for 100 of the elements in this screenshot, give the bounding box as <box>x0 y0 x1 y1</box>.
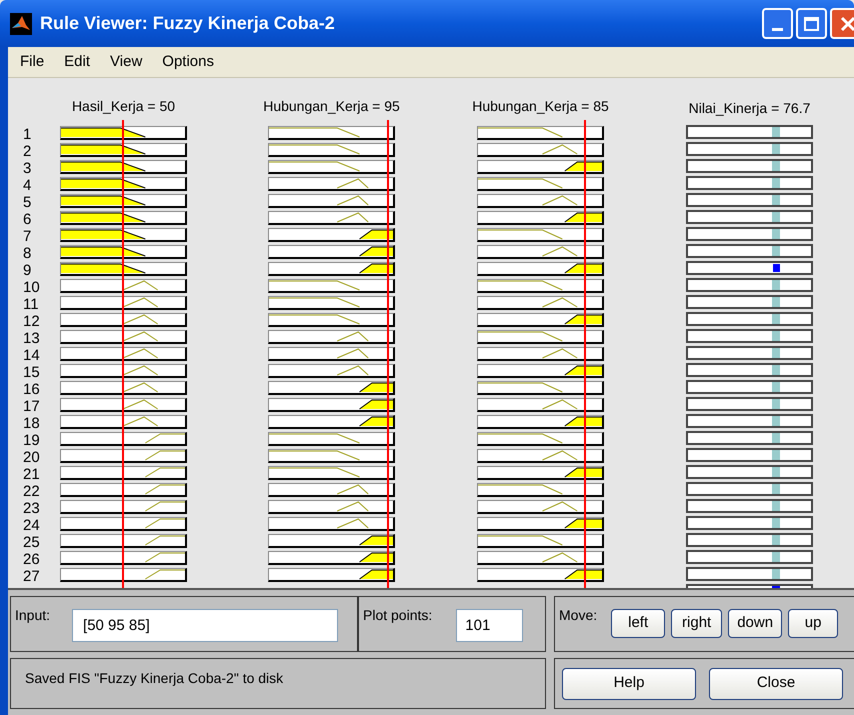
rule-number: 6 <box>22 211 32 228</box>
membership-curve <box>122 331 158 342</box>
membership-area <box>359 230 393 240</box>
input-label: Input: <box>15 606 50 625</box>
membership-curve <box>336 212 369 222</box>
membership-curve <box>144 536 185 546</box>
membership-curve <box>542 348 578 358</box>
plot-points-label: Plot points: <box>363 606 432 625</box>
output-marker <box>772 416 780 426</box>
membership-area <box>564 314 602 324</box>
output-marker <box>772 331 780 341</box>
plot-points-field[interactable]: 101 <box>456 609 524 642</box>
output-marker <box>772 348 780 358</box>
membership-curve <box>122 314 158 324</box>
rule-number: 11 <box>22 296 40 313</box>
move-button[interactable]: right <box>671 609 722 638</box>
membership-curve <box>144 570 185 580</box>
rule-number: 16 <box>22 381 41 398</box>
output-marker <box>772 365 780 375</box>
move-button[interactable]: up <box>788 609 838 638</box>
output-marker <box>772 314 780 324</box>
rule-number: 22 <box>22 483 41 500</box>
rule-number: 19 <box>22 432 41 449</box>
membership-area <box>564 212 602 222</box>
rule-number: 10 <box>22 279 41 296</box>
output-variable-label: Nilai_Kinerja = 76.7 <box>688 99 810 118</box>
membership-area <box>564 366 602 376</box>
membership-curve <box>122 399 158 410</box>
membership-curve <box>542 552 578 562</box>
membership-curve <box>144 518 185 528</box>
menu-item[interactable]: Options <box>152 50 224 74</box>
input-value-line[interactable] <box>584 120 586 588</box>
output-marker <box>772 535 780 545</box>
rule-number: 15 <box>22 364 41 381</box>
membership-curve <box>144 502 185 512</box>
help-button[interactable]: Help <box>562 668 696 700</box>
close-button[interactable]: Close <box>709 668 843 700</box>
membership-curve <box>542 144 578 154</box>
membership-curve <box>144 434 185 444</box>
membership-curve <box>336 365 369 376</box>
rule-number: 7 <box>22 228 32 245</box>
membership-area <box>564 518 602 528</box>
output-marker <box>772 433 780 443</box>
input-value-line[interactable] <box>387 120 390 588</box>
close-button[interactable] <box>830 8 854 39</box>
input-variable-label: Hubungan_Kerja = 95 <box>263 97 400 116</box>
minimize-icon <box>772 28 783 31</box>
membership-area <box>564 264 602 274</box>
app-logo-icon <box>10 12 32 34</box>
input-variable-label: Hasil_Kerja = 50 <box>72 97 176 116</box>
maximize-button[interactable] <box>796 8 827 39</box>
input-value-line[interactable] <box>122 120 124 588</box>
membership-area <box>359 400 393 410</box>
rule-number: 17 <box>22 398 41 415</box>
output-marker <box>772 501 780 511</box>
membership-curve <box>336 178 369 188</box>
membership-area <box>564 570 602 580</box>
output-marker <box>772 467 780 477</box>
membership-area <box>359 246 393 256</box>
output-marker <box>772 127 780 137</box>
output-marker <box>772 382 780 392</box>
rule-number: 25 <box>22 534 41 551</box>
rule-number: 14 <box>22 347 41 364</box>
move-label: Move: <box>559 606 598 625</box>
rule-number: 9 <box>22 262 32 279</box>
membership-curve <box>144 552 185 562</box>
membership-curve <box>144 468 185 478</box>
output-marker <box>772 280 780 290</box>
menu-item[interactable]: File <box>10 50 54 74</box>
membership-curve <box>122 348 158 358</box>
minimize-button[interactable] <box>762 8 793 39</box>
membership-curve <box>542 501 578 512</box>
membership-curve <box>542 450 578 460</box>
membership-area <box>359 536 393 546</box>
rule-number: 5 <box>22 194 32 211</box>
output-marker <box>772 144 780 154</box>
output-marker <box>772 484 780 494</box>
rule-number: 3 <box>22 160 32 177</box>
membership-curve <box>336 484 369 494</box>
rule-number: 24 <box>22 517 41 534</box>
move-button[interactable]: left <box>611 609 666 638</box>
input-field[interactable]: [50 95 85] <box>72 609 338 642</box>
membership-area <box>359 570 393 580</box>
membership-curve <box>122 382 158 392</box>
menu-item[interactable]: View <box>100 50 152 74</box>
close-icon <box>840 16 854 32</box>
rule-number: 1 <box>22 126 32 143</box>
status-message: Saved FIS "Fuzzy Kinerja Coba-2" to disk <box>25 670 284 686</box>
membership-curve <box>122 416 158 426</box>
rule-number: 18 <box>22 415 41 432</box>
membership-curve <box>336 518 369 528</box>
membership-area <box>359 264 393 274</box>
window-title: Rule Viewer: Fuzzy Kinerja Coba-2 <box>40 12 335 35</box>
input-variable-label: Hubungan_Kerja = 85 <box>472 97 609 116</box>
membership-area <box>359 416 393 426</box>
maximize-icon <box>804 16 819 30</box>
menu-item[interactable]: Edit <box>54 50 100 74</box>
membership-curve <box>122 280 158 290</box>
move-button[interactable]: down <box>728 609 782 638</box>
membership-curve <box>336 331 369 342</box>
